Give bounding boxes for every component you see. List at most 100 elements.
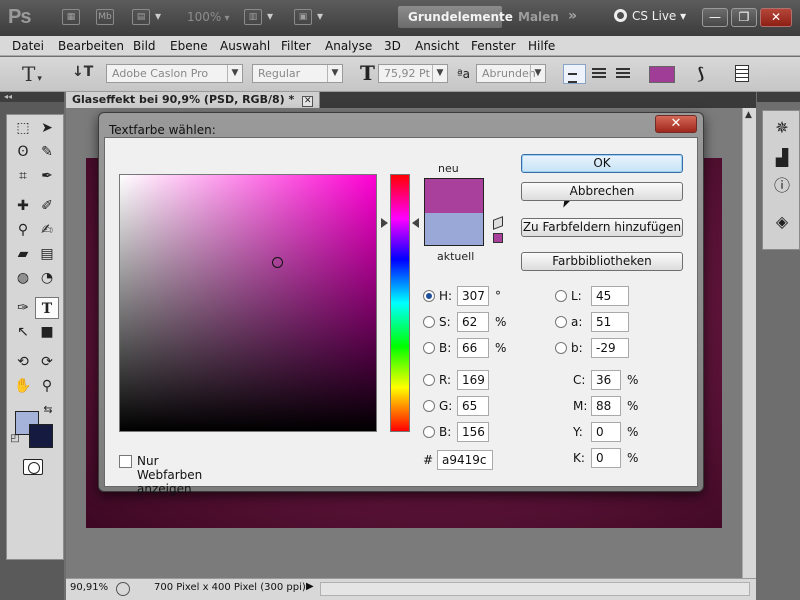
green-input[interactable]: 65	[457, 396, 489, 416]
document-tab[interactable]: Glaseffekt bei 90,9% (PSD, RGB/8) * ✕	[66, 92, 321, 108]
minimize-button[interactable]: —	[702, 8, 728, 27]
blue-radio[interactable]	[423, 426, 435, 438]
cs-live-menu[interactable]: CS Live ▾	[614, 9, 686, 23]
mini-bridge-icon[interactable]: Mb	[96, 9, 114, 25]
navigator-panel-icon[interactable]: ✵	[771, 117, 793, 139]
eraser-tool-icon[interactable]: ▰	[11, 243, 35, 265]
toggle-text-orientation-icon[interactable]: ↓T	[72, 64, 93, 80]
scroll-up-icon[interactable]: ▲	[745, 110, 752, 120]
align-center-button[interactable]	[587, 64, 610, 84]
marquee-tool-icon[interactable]: ⬚	[11, 117, 35, 139]
lab-l-radio[interactable]	[555, 290, 567, 302]
brush-tool-icon[interactable]: ✐	[35, 195, 59, 217]
pen-tool-icon[interactable]: ✑	[11, 297, 35, 319]
gradient-tool-icon[interactable]: ▤	[35, 243, 59, 265]
dialog-close-button[interactable]: ✕	[655, 115, 697, 133]
quick-select-tool-icon[interactable]: ✎	[35, 141, 59, 163]
bridge-icon[interactable]: ▦	[62, 9, 80, 25]
horizontal-scrollbar[interactable]	[320, 582, 750, 596]
zoom-tool-icon[interactable]: ⚲	[35, 375, 59, 397]
yellow-input[interactable]: 0	[591, 422, 621, 442]
menu-fenster[interactable]: Fenster	[471, 39, 516, 53]
hue-input[interactable]: 307	[457, 286, 489, 306]
green-radio[interactable]	[423, 400, 435, 412]
menu-bearbeiten[interactable]: Bearbeiten	[58, 39, 124, 53]
blur-tool-icon[interactable]: ◍	[11, 267, 35, 289]
font-family-select[interactable]: Adobe Caslon Pro ▼	[106, 64, 243, 83]
font-style-select[interactable]: Regular ▼	[252, 64, 343, 83]
hand-tool-icon[interactable]: ✋	[11, 375, 35, 397]
antialias-select[interactable]: Abrunden ▼	[476, 64, 546, 83]
warp-text-icon[interactable]: ⟆	[697, 64, 704, 83]
add-to-swatches-button[interactable]: Zu Farbfeldern hinzufügen	[521, 218, 683, 237]
info-panel-icon[interactable]: ⓘ	[771, 175, 793, 197]
workspace-button[interactable]: Malen	[508, 6, 569, 28]
cancel-button[interactable]: Abbrechen	[521, 182, 683, 201]
background-color-swatch[interactable]	[29, 424, 53, 448]
black-input[interactable]: 0	[591, 448, 621, 468]
3d-rotate-tool-icon[interactable]: ⟲	[11, 351, 35, 373]
tool-preset-picker-icon[interactable]: T	[22, 62, 42, 86]
text-color-swatch[interactable]	[649, 66, 675, 83]
quick-mask-icon[interactable]	[23, 459, 43, 475]
workspace-active-button[interactable]: Grundelemente	[398, 6, 513, 28]
lab-b-input[interactable]: -29	[591, 338, 629, 358]
status-menu-arrow-icon[interactable]: ▶	[306, 581, 314, 592]
saturation-input[interactable]: 62	[457, 312, 489, 332]
red-input[interactable]: 169	[457, 370, 489, 390]
menu-filter[interactable]: Filter	[281, 39, 311, 53]
cyan-input[interactable]: 36	[591, 370, 621, 390]
crop-tool-icon[interactable]: ⌗	[11, 165, 35, 187]
zoom-level-dropdown[interactable]: 100%	[187, 10, 230, 24]
3d-orbit-tool-icon[interactable]: ⟳	[35, 351, 59, 373]
layers-panel-icon[interactable]: ◈	[771, 211, 793, 233]
lab-l-input[interactable]: 45	[591, 286, 629, 306]
color-field[interactable]	[119, 174, 377, 432]
menu-ansicht[interactable]: Ansicht	[415, 39, 459, 53]
clone-stamp-tool-icon[interactable]: ⚲	[11, 219, 35, 241]
out-of-gamut-cube-icon[interactable]	[493, 216, 503, 230]
status-icon[interactable]	[116, 582, 130, 596]
extras-icon[interactable]: ▤	[132, 9, 161, 25]
vertical-scrollbar[interactable]: ▲	[742, 108, 756, 578]
blue-input[interactable]: 156	[457, 422, 489, 442]
hue-radio[interactable]	[423, 290, 435, 302]
dodge-tool-icon[interactable]: ◔	[35, 267, 59, 289]
character-panel-icon[interactable]	[735, 65, 749, 82]
more-workspaces-icon[interactable]: »	[568, 8, 577, 24]
eyedropper-tool-icon[interactable]: ✒	[35, 165, 59, 187]
histogram-panel-icon[interactable]: ▟	[771, 147, 793, 169]
lasso-tool-icon[interactable]: ʘ	[11, 141, 35, 163]
menu-3d[interactable]: 3D	[384, 39, 401, 53]
align-right-button[interactable]	[611, 64, 634, 84]
ok-button[interactable]: OK	[521, 154, 683, 173]
brightness-input[interactable]: 66	[457, 338, 489, 358]
web-colors-only-checkbox[interactable]	[119, 455, 132, 468]
menu-bild[interactable]: Bild	[133, 39, 156, 53]
lab-a-radio[interactable]	[555, 316, 567, 328]
color-libraries-button[interactable]: Farbbibliotheken	[521, 252, 683, 271]
align-left-button[interactable]	[563, 64, 586, 84]
swap-colors-icon[interactable]: ⇆	[41, 403, 55, 417]
font-size-select[interactable]: 75,92 Pt ▼	[378, 64, 448, 83]
app-close-button[interactable]: ✕	[760, 8, 792, 27]
web-safe-swatch[interactable]	[493, 233, 503, 243]
history-brush-tool-icon[interactable]: ✍	[35, 219, 59, 241]
shape-tool-icon[interactable]: ■	[35, 321, 59, 343]
hue-slider-handle-right[interactable]	[412, 218, 419, 228]
screen-mode-icon[interactable]: ▣	[294, 9, 323, 25]
default-colors-icon[interactable]: ◰	[9, 433, 21, 445]
lab-a-input[interactable]: 51	[591, 312, 629, 332]
zoom-field[interactable]: 90,91%	[70, 582, 108, 593]
color-field-cursor[interactable]	[272, 257, 283, 268]
brightness-radio[interactable]	[423, 342, 435, 354]
close-tab-icon[interactable]: ✕	[302, 96, 314, 107]
red-radio[interactable]	[423, 374, 435, 386]
magenta-input[interactable]: 88	[591, 396, 621, 416]
restore-button[interactable]: ❐	[731, 8, 757, 27]
hue-slider[interactable]	[390, 174, 410, 432]
path-selection-tool-icon[interactable]: ↖	[11, 321, 35, 343]
current-color-swatch[interactable]	[425, 213, 483, 245]
hue-slider-handle-left[interactable]	[381, 218, 388, 228]
menu-datei[interactable]: Datei	[12, 39, 44, 53]
